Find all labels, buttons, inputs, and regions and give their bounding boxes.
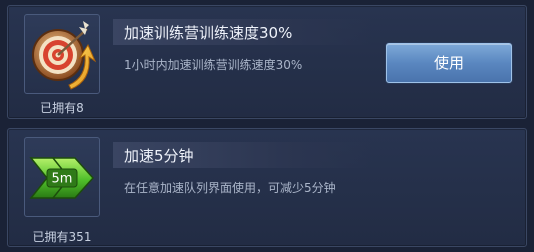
item-title: 加速5分钟 [124,147,194,165]
item-card-training-speedup: 已拥有8 加速训练营训练速度30% 1小时内加速训练营训练速度30% 使用 [7,5,527,119]
5m-speedup-arrows-icon: 5m [29,157,95,199]
item-title: 加速训练营训练速度30% [124,24,293,42]
target-arrow-speedup-icon [32,21,97,90]
item-card-speedup-5m: 5m 已拥有351 加速5分钟 在任意加速队列界面使用，可减少5分钟 [7,128,527,247]
item-description: 在任意加速队列界面使用，可减少5分钟 [124,181,336,195]
item-icon-frame [24,14,100,94]
owned-count: 已拥有351 [32,230,92,244]
item-icon-frame: 5m [24,137,100,217]
icon-label-5m: 5m [52,172,73,187]
owned-count: 已拥有8 [40,101,84,115]
use-button[interactable]: 使用 [386,43,512,83]
item-description: 1小时内加速训练营训练速度30% [124,58,303,72]
